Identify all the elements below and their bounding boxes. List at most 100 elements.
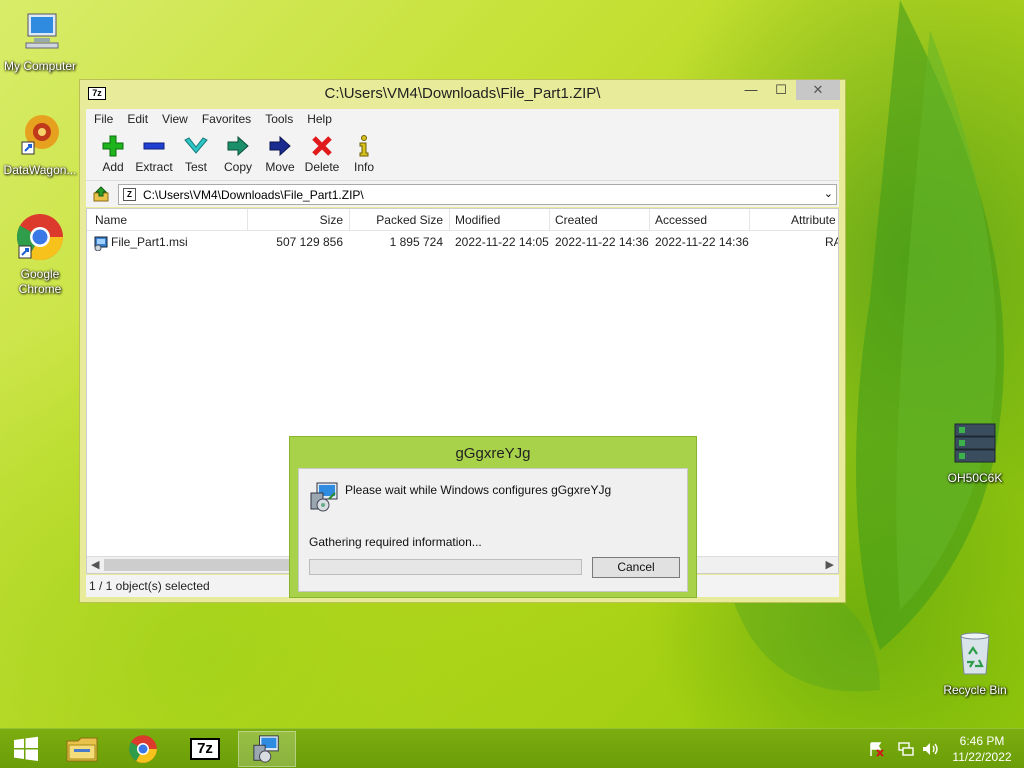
7zip-logo: 7z [190,738,220,760]
column-accessed[interactable]: Accessed [655,213,707,227]
menu-bar: File Edit View Favorites Tools Help [86,109,839,129]
chrome-icon [129,735,157,763]
desktop-icon-label: Google Chrome [18,267,62,296]
taskbar-file-explorer[interactable] [54,731,110,767]
msi-file-icon [94,236,108,251]
dialog-message: Please wait while Windows configures gGg… [345,483,612,497]
column-packed-size[interactable]: Packed Size [349,213,443,227]
file-packed-size: 1 895 724 [389,235,443,249]
taskbar-installer[interactable] [238,731,296,767]
taskbar: 7z 6:46 PM 11/22/2022 [0,728,1024,768]
copy-label: Copy [223,160,252,174]
windows-logo-icon [14,736,38,761]
desktop-icon-oh50c6k[interactable]: OH50C6K [935,420,1015,486]
path-input[interactable]: Z C:\Users\VM4\Downloads\File_Part1.ZIP\… [118,184,837,205]
move-arrow-icon [269,135,291,157]
column-divider[interactable] [549,209,550,231]
desktop-icon-label: OH50C6K [947,471,1003,485]
desktop-icon-label: Recycle Bin [943,683,1007,697]
clock-time: 6:46 PM [959,734,1005,748]
computer-icon [25,13,59,49]
delete-x-icon [312,136,332,156]
copy-arrow-icon [227,135,249,157]
path-text: C:\Users\VM4\Downloads\File_Part1.ZIP\ [143,188,364,202]
folder-icon [66,737,98,762]
system-clock[interactable]: 6:46 PM 11/22/2022 [944,733,1020,765]
column-created[interactable]: Created [555,213,598,227]
clock-date: 11/22/2022 [952,750,1012,764]
column-name[interactable]: Name [95,213,127,227]
installer-icon [253,735,279,763]
info-label: Info [353,160,374,174]
start-button[interactable] [6,731,46,767]
dialog-status: Gathering required information... [309,535,482,549]
dialog-body: Please wait while Windows configures gGg… [298,468,688,592]
column-size[interactable]: Size [247,213,343,227]
file-size: 507 129 856 [276,235,343,249]
installer-icon [310,482,338,512]
status-text: 1 / 1 object(s) selected [89,579,210,593]
chevron-down-icon[interactable]: ⌄ [824,187,833,200]
column-attribute[interactable]: Attribute [791,213,836,227]
folder-up-icon[interactable] [92,185,110,203]
menu-favorites[interactable]: Favorites [194,109,257,126]
desktop-icon-label: My Computer [3,59,77,73]
desktop-icon-recycle-bin[interactable]: Recycle Bin [935,630,1015,698]
recycle-bin-icon [960,632,990,675]
minimize-button[interactable]: — [738,80,764,100]
installer-dialog: gGgxreYJg Please wait while Windows conf… [289,436,697,598]
archive-file-icon: Z [123,188,136,201]
dialog-title: gGgxreYJg [455,445,531,462]
extract-label: Extract [135,160,173,174]
file-modified: 2022-11-22 14:05 [455,235,549,249]
window-titlebar[interactable]: 7z C:\Users\VM4\Downloads\File_Part1.ZIP… [80,80,845,108]
info-icon [359,135,369,157]
extract-button[interactable]: Extract [130,135,178,174]
progress-bar [309,559,582,575]
move-button[interactable]: Move [256,135,304,174]
info-button[interactable]: Info [340,135,388,174]
installer-stack-icon [954,423,996,463]
taskbar-7zip[interactable]: 7z [176,731,234,767]
toolbar: Add Extract Test Copy Move Delete Info [86,129,839,181]
taskbar-chrome[interactable] [114,731,172,767]
scroll-right-icon[interactable]: ▶ [826,558,834,571]
column-modified[interactable]: Modified [455,213,500,227]
menu-file[interactable]: File [86,109,119,126]
close-button[interactable]: ✕ [796,80,840,100]
scroll-thumb[interactable] [104,559,304,571]
move-label: Move [265,160,295,174]
menu-view[interactable]: View [154,109,194,126]
volume-icon[interactable] [922,741,940,757]
file-attribute: RA [825,235,838,249]
maximize-button[interactable]: ☐ [768,80,794,100]
desktop-icon-label: DataWagon... [3,163,77,177]
cancel-button[interactable]: Cancel [592,557,680,578]
desktop-icon-my-computer[interactable]: My Computer [0,10,80,74]
file-created: 2022-11-22 14:36 [555,235,649,249]
test-label: Test [184,160,207,174]
delete-button[interactable]: Delete [298,135,346,174]
column-divider[interactable] [449,209,450,231]
scroll-left-icon[interactable]: ◀ [91,558,99,571]
action-center-flag-icon[interactable] [868,741,884,757]
delete-label: Delete [304,160,340,174]
chrome-icon [16,214,63,260]
table-row[interactable]: File_Part1.msi 507 129 856 1 895 724 202… [87,233,838,251]
list-header: Name Size Packed Size Modified Created A… [87,209,838,231]
network-icon[interactable] [898,741,914,757]
desktop-icon-datawagon[interactable]: DataWagon... [0,110,80,178]
desktop-icon-google-chrome[interactable]: Google Chrome [0,212,80,297]
datawagon-icon [21,115,59,155]
menu-help[interactable]: Help [299,109,338,126]
menu-tools[interactable]: Tools [257,109,299,126]
column-divider[interactable] [749,209,750,231]
plus-icon [102,135,124,157]
window-title: C:\Users\VM4\Downloads\File_Part1.ZIP\ [324,85,601,102]
column-divider[interactable] [649,209,650,231]
file-accessed: 2022-11-22 14:36 [655,235,749,249]
copy-button[interactable]: Copy [214,135,262,174]
file-name: File_Part1.msi [111,235,188,249]
menu-edit[interactable]: Edit [119,109,154,126]
test-button[interactable]: Test [172,135,220,174]
